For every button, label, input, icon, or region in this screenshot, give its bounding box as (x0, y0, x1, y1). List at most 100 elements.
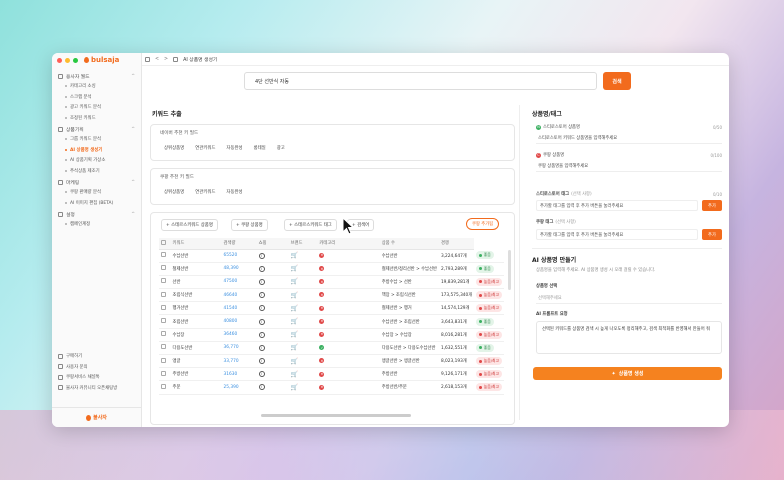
sidebar-item[interactable]: AI 상품기획 가상소 (52, 155, 141, 166)
cart-icon[interactable]: 🛒 (291, 318, 298, 325)
sidebar-item[interactable]: 광고 키워드 분석 (52, 102, 141, 113)
chip[interactable]: 상위상품명 (160, 143, 189, 153)
row-volume: 33,770 (221, 354, 257, 369)
info-icon[interactable]: i (258, 318, 265, 325)
table-hscrollbar[interactable] (261, 414, 411, 417)
info-icon[interactable]: i (258, 278, 265, 285)
info-icon[interactable]: i (258, 344, 265, 351)
row-keyword: 앵글 (170, 354, 222, 369)
table-scrollbar[interactable] (508, 250, 511, 290)
table-row[interactable]: 주문 25,390 i 🛒 ✕ 주방선반/주문 2,618,153개 높음/최고 (159, 380, 504, 395)
select-all-checkbox[interactable] (161, 239, 166, 245)
coupang-added-button[interactable]: 쿠팡 추가됨 (466, 218, 500, 230)
table-row[interactable]: 다용도선반 36,770 i 🛒 ✓ 다용도선반 > 다용도수납선반 1,632,551개 좋… (159, 341, 504, 356)
row-checkbox[interactable] (161, 331, 166, 337)
table-row[interactable]: 선반 47500 i 🛒 ✕ 주방수납 > 선반 19,839,281개 높음/최고 (159, 275, 504, 290)
sidebar-item[interactable]: 카테고리 소싱 (52, 81, 141, 92)
cart-icon[interactable]: 🛒 (291, 265, 298, 272)
cart-icon[interactable]: 🛒 (291, 292, 298, 299)
generate-title-button[interactable]: ✦ 상품명 생성 (533, 367, 722, 380)
sidebar-item[interactable]: 그룹 키워드 분석 (52, 134, 141, 145)
cart-icon[interactable]: 🛒 (291, 278, 298, 285)
close-window-button[interactable] (57, 58, 62, 63)
search-input[interactable]: 4단 선반식 자동 (244, 72, 597, 90)
channel-link[interactable]: 쿠팡서비스 채널톡 (52, 372, 141, 383)
cart-icon[interactable]: 🛒 (291, 344, 298, 351)
back-button[interactable]: < (155, 57, 159, 62)
community-link[interactable]: 불사자 커뮤니티 오픈채팅방 (52, 383, 141, 394)
cart-icon[interactable]: 🛒 (291, 371, 298, 378)
table-row[interactable]: 행거선반 41540 i 🛒 ✕ 철제선반 > 행거 14,574,129개 높음/최고 (159, 301, 504, 316)
tab-current[interactable]: AI 상품명 생성기 (183, 56, 217, 63)
info-icon[interactable]: i (258, 331, 265, 338)
coupang-tag-add-button[interactable]: 추가 (702, 229, 722, 240)
table-row[interactable]: 조립식선반 46640 i 🛒 ✕ 책장 > 조립식선반 173,575,340개 높음/최고 (159, 288, 504, 303)
row-checkbox[interactable] (161, 291, 166, 297)
forward-button[interactable]: > (164, 57, 168, 62)
store-tag-input[interactable]: 추가할 태그를 입력 후 추가 버튼을 눌러주세요 (536, 200, 698, 211)
ai-prompt-textarea[interactable]: 선택된 키워드를 상품명 검색 시 높게 나오도록 정리해주고, 검색 최적화를… (536, 321, 722, 354)
table-row[interactable]: 주방선반 31630 i 🛒 ✕ 주방선반 9,126,171개 높음/최고 (159, 367, 504, 382)
purchase-link[interactable]: 구매하기 (52, 351, 141, 362)
chip[interactable]: 연관키워드 (191, 143, 220, 153)
table-row[interactable]: 앵글 33,770 i 🛒 ✕ 앵글선반 > 앵글선반 8,023,193개 높음/최고 (159, 354, 504, 369)
title-select[interactable]: 선택해주세요 (536, 293, 722, 304)
home-icon[interactable] (173, 56, 179, 62)
row-checkbox[interactable] (161, 304, 166, 310)
row-checkbox[interactable] (161, 318, 166, 324)
cart-icon[interactable]: 🛒 (291, 358, 298, 365)
info-icon[interactable]: i (258, 371, 265, 378)
table-row[interactable]: 조립선반 40800 i 🛒 ✕ 수납선반 > 조립선반 3,643,831개 좋음 (159, 314, 504, 329)
row-checkbox[interactable] (161, 370, 166, 376)
chip[interactable]: 자동완성 (222, 187, 247, 197)
coupang-title-input[interactable]: 쿠팡 상품명을 입력해주세요 (536, 161, 722, 172)
info-icon[interactable]: i (258, 384, 265, 391)
chip[interactable]: 상위상품명 (160, 187, 189, 197)
sidebar-item[interactable]: AI 이미지 편집 (BETA) (52, 198, 141, 209)
sidebar-item[interactable]: 추석상품 제조기 (52, 166, 141, 177)
coupang-tag-input[interactable]: 추가할 태그를 입력 후 추가 버튼을 눌러주세요 (536, 229, 698, 240)
table-row[interactable]: 수납선반 65520 i 🛒 ✕ 수납선반 3,224,647개 좋음 (159, 249, 504, 263)
info-icon[interactable]: i (258, 252, 265, 259)
sidebar-item[interactable]: 조정된 키워드 (52, 113, 141, 124)
info-icon[interactable]: i (258, 358, 265, 365)
add-coupang-name-button[interactable]: + 쿠팡 상품명 (231, 219, 268, 231)
sidebar-item-active[interactable]: AI 상품명 생성기 (52, 145, 141, 156)
sidebar-group-2[interactable]: 상품기획 ^ (52, 123, 141, 134)
sidebar-group-3[interactable]: 마케팅 ^ (52, 176, 141, 187)
sidebar-item[interactable]: 스크랩 분석 (52, 92, 141, 103)
info-icon[interactable]: i (258, 265, 265, 272)
add-store-tag-button[interactable]: + 스테르스키워드 태그 (284, 219, 337, 231)
add-store-name-button[interactable]: + 스테르스키워드 상품명 (161, 219, 218, 231)
chip[interactable]: 연관키워드 (191, 187, 220, 197)
table-row[interactable]: 수납장 36460 i 🛒 ✕ 수납장 > 수납장 8,016,281개 높음/최고 (159, 328, 504, 342)
sidebar: bulsaja 용사자 월드 ^ 카테고리 소싱 스크랩 분석 광고 키워드 분석… (52, 53, 142, 427)
search-button[interactable]: 검색 (603, 72, 631, 90)
store-tag-add-button[interactable]: 추가 (702, 200, 722, 211)
row-checkbox[interactable] (161, 265, 166, 271)
sidebar-group-4[interactable]: 설정 ^ (52, 208, 141, 219)
chip[interactable]: 광고 (272, 143, 289, 153)
chip[interactable]: 롱테일 (249, 143, 270, 153)
row-checkbox[interactable] (161, 278, 166, 284)
minimize-window-button[interactable] (65, 58, 70, 63)
cart-icon[interactable]: 🛒 (291, 331, 298, 338)
row-checkbox[interactable] (161, 344, 166, 350)
table-row[interactable]: 철제선반 48,390 i 🛒 ✕ 철제선반/정리선반 > 수납선반 2,793,289개 좋… (159, 262, 504, 276)
cart-icon[interactable]: 🛒 (291, 384, 298, 391)
row-checkbox[interactable] (161, 252, 166, 258)
row-checkbox[interactable] (161, 357, 166, 363)
support-link[interactable]: 사용자 문의 (52, 362, 141, 373)
maximize-window-button[interactable] (73, 58, 78, 63)
chip[interactable]: 자동완성 (222, 143, 247, 153)
row-checkbox[interactable] (161, 383, 166, 389)
info-icon[interactable]: i (258, 292, 265, 299)
sidebar-item[interactable]: 쿠팡 판매량 분석 (52, 187, 141, 198)
info-icon[interactable]: i (258, 305, 265, 312)
cart-icon[interactable]: 🛒 (291, 305, 298, 312)
sidebar-item[interactable]: 캠페인계정 (52, 219, 141, 230)
sidebar-toggle-icon[interactable] (145, 56, 150, 62)
cart-icon[interactable]: 🛒 (291, 252, 298, 259)
sidebar-group-1[interactable]: 용사자 월드 ^ (52, 70, 141, 81)
store-title-input[interactable]: 스티로스토어 키워드 상품명을 입력해주세요 (536, 133, 722, 144)
